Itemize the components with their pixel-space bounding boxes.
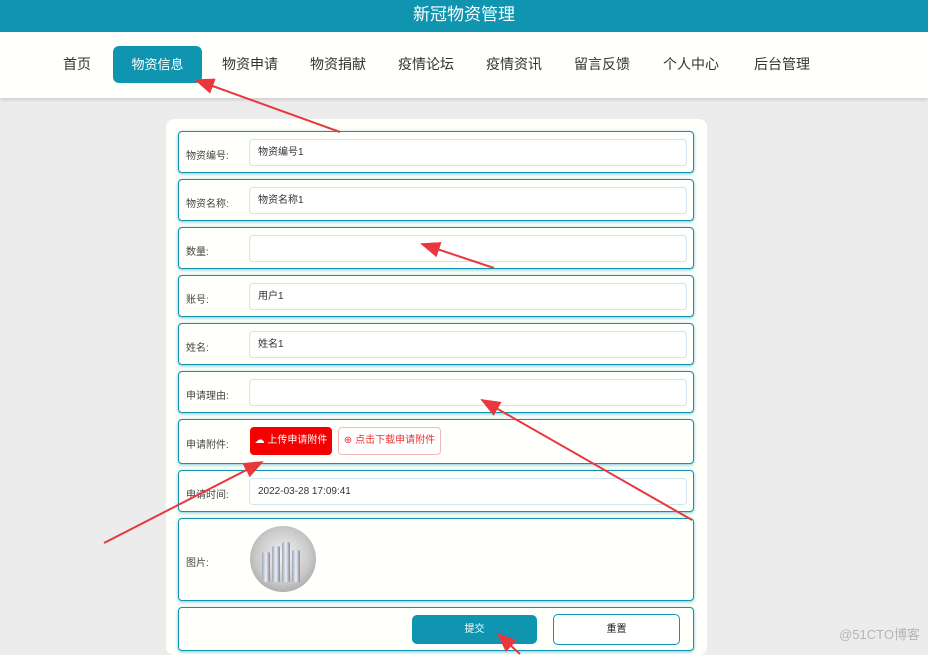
form-row-attachment: 申请附件: ☁ 上传申请附件 ⊕ 点击下载申请附件	[178, 419, 694, 464]
watermark: @51CTO博客	[839, 627, 920, 642]
form-row-quantity: 数量:	[178, 227, 694, 269]
nav-item-profile[interactable]: 个人中心	[659, 46, 723, 83]
quantity-label: 数量:	[186, 247, 209, 258]
name-label: 姓名:	[186, 343, 209, 354]
app-title: 新冠物资管理	[413, 5, 515, 24]
item-no-label: 物资编号:	[186, 151, 229, 162]
nav-item-feedback[interactable]: 留言反馈	[570, 46, 634, 83]
attachment-label: 申请附件:	[186, 440, 229, 451]
nav-item-home[interactable]: 首页	[58, 46, 96, 83]
cloud-upload-icon: ☁	[254, 435, 268, 446]
item-name-label: 物资名称:	[186, 199, 229, 210]
upload-attachment-label: 上传申请附件	[267, 435, 328, 446]
reason-input[interactable]	[249, 379, 687, 406]
form-row-actions: 提交 重置	[178, 607, 694, 651]
nav-item-news[interactable]: 疫情资讯	[482, 46, 546, 83]
supply-image-thumbnail[interactable]	[250, 526, 316, 592]
form-row-reason: 申请理由:	[178, 371, 694, 413]
reset-button[interactable]: 重置	[553, 614, 680, 645]
submit-button[interactable]: 提交	[412, 615, 537, 644]
image-label: 图片:	[186, 558, 209, 569]
nav-item-forum[interactable]: 疫情论坛	[394, 46, 458, 83]
form-row-name: 姓名: 姓名1	[178, 323, 694, 365]
form-row-item-name: 物资名称: 物资名称1	[178, 179, 694, 221]
name-input[interactable]: 姓名1	[249, 331, 687, 358]
top-nav: 首页 物资信息 物资申请 物资捐献 疫情论坛 疫情资讯 留言反馈 个人中心 后台…	[0, 32, 928, 98]
item-no-input[interactable]: 物资编号1	[249, 139, 687, 166]
reason-label: 申请理由:	[186, 391, 229, 402]
nav-item-supply-apply[interactable]: 物资申请	[218, 46, 282, 83]
nav-item-supply-info[interactable]: 物资信息	[113, 46, 202, 83]
upload-attachment-button[interactable]: ☁ 上传申请附件	[250, 427, 332, 455]
apply-time-label: 申请时间:	[186, 490, 229, 501]
apply-time-input[interactable]: 2022-03-28 17:09:41	[249, 478, 687, 505]
quantity-input[interactable]	[249, 235, 687, 262]
item-name-input[interactable]: 物资名称1	[249, 187, 687, 214]
account-input[interactable]: 用户1	[249, 283, 687, 310]
form-row-image: 图片:	[178, 518, 694, 601]
download-attachment-label: 点击下载申请附件	[355, 435, 436, 446]
form-row-account: 账号: 用户1	[178, 275, 694, 317]
nav-item-supply-donate[interactable]: 物资捐献	[306, 46, 370, 83]
account-label: 账号:	[186, 295, 209, 306]
form-row-apply-time: 申请时间: 2022-03-28 17:09:41	[178, 470, 694, 512]
form-row-item-no: 物资编号: 物资编号1	[178, 131, 694, 173]
app-title-bar: 新冠物资管理	[0, 0, 928, 32]
nav-item-admin[interactable]: 后台管理	[749, 46, 815, 83]
download-attachment-button[interactable]: ⊕ 点击下载申请附件	[338, 427, 441, 455]
download-icon: ⊕	[343, 435, 356, 446]
